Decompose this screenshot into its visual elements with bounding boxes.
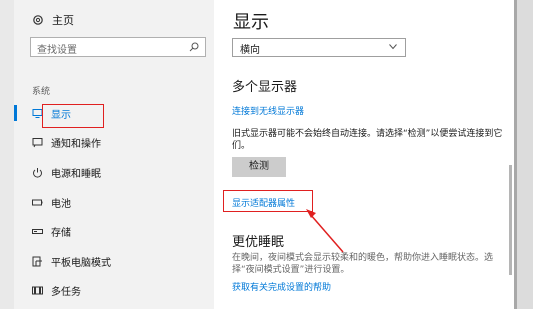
display-adapter-properties-link[interactable]: 显示适配器属性 <box>232 196 295 209</box>
sleep-description: 在晚间，夜间模式会显示较柔和的暖色，帮助你进入睡眠状态。选择“夜间模式设置”进行… <box>232 253 494 275</box>
window-left-edge <box>0 0 14 309</box>
storage-icon <box>32 228 43 234</box>
search-icon <box>189 42 199 52</box>
sidebar-item-label: 平板电脑模式 <box>51 257 111 269</box>
notification-icon <box>32 137 43 147</box>
selected-indicator <box>14 105 17 121</box>
sidebar-item-power-sleep[interactable]: 电源和睡眠 <box>32 163 101 181</box>
home-label: 主页 <box>52 14 74 27</box>
detect-button[interactable]: 检测 <box>232 157 286 177</box>
highlight-box-display <box>42 104 104 128</box>
sidebar-item-label: 存储 <box>51 227 71 239</box>
sidebar-item-notifications[interactable]: 通知和操作 <box>32 133 101 151</box>
sidebar-item-tablet-mode[interactable]: 平板电脑模式 <box>32 252 111 270</box>
multi-display-heading: 多个显示器 <box>232 80 298 95</box>
multitasking-icon <box>32 286 43 294</box>
tablet-mode-icon <box>32 256 42 266</box>
sleep-heading: 更优睡眠 <box>232 235 285 250</box>
sidebar-item-multitasking[interactable]: 多任务 <box>32 281 81 299</box>
vertical-scrollbar[interactable] <box>509 165 512 275</box>
section-label-system: 系统 <box>32 87 51 97</box>
sidebar-item-storage[interactable]: 存储 <box>32 222 71 240</box>
sidebar-item-label: 电池 <box>51 198 71 210</box>
home-nav-item[interactable]: 主页 <box>32 12 74 28</box>
detect-description: 旧式显示器可能不会始终自动连接。请选择“检测”以便尝试连接到它们。 <box>232 129 503 151</box>
battery-icon <box>32 199 43 205</box>
search-input[interactable]: 查找设置 <box>30 37 206 57</box>
window-right-edge <box>517 0 533 309</box>
sidebar-item-battery[interactable]: 电池 <box>32 193 71 211</box>
sleep-help-link[interactable]: 获取有关完成设置的帮助 <box>232 280 331 293</box>
search-placeholder: 查找设置 <box>37 45 77 56</box>
gear-icon <box>33 15 43 25</box>
orientation-dropdown[interactable]: 横向 <box>232 38 406 57</box>
connect-wireless-display-link[interactable]: 连接到无线显示器 <box>232 104 304 117</box>
orientation-value: 横向 <box>240 45 260 56</box>
sidebar-item-label: 通知和操作 <box>51 138 101 150</box>
power-icon <box>33 167 42 178</box>
sidebar-item-label: 多任务 <box>51 286 81 298</box>
sidebar-item-label: 电源和睡眠 <box>51 168 101 180</box>
page-title: 显示 <box>233 12 269 33</box>
chevron-down-icon <box>389 44 397 50</box>
